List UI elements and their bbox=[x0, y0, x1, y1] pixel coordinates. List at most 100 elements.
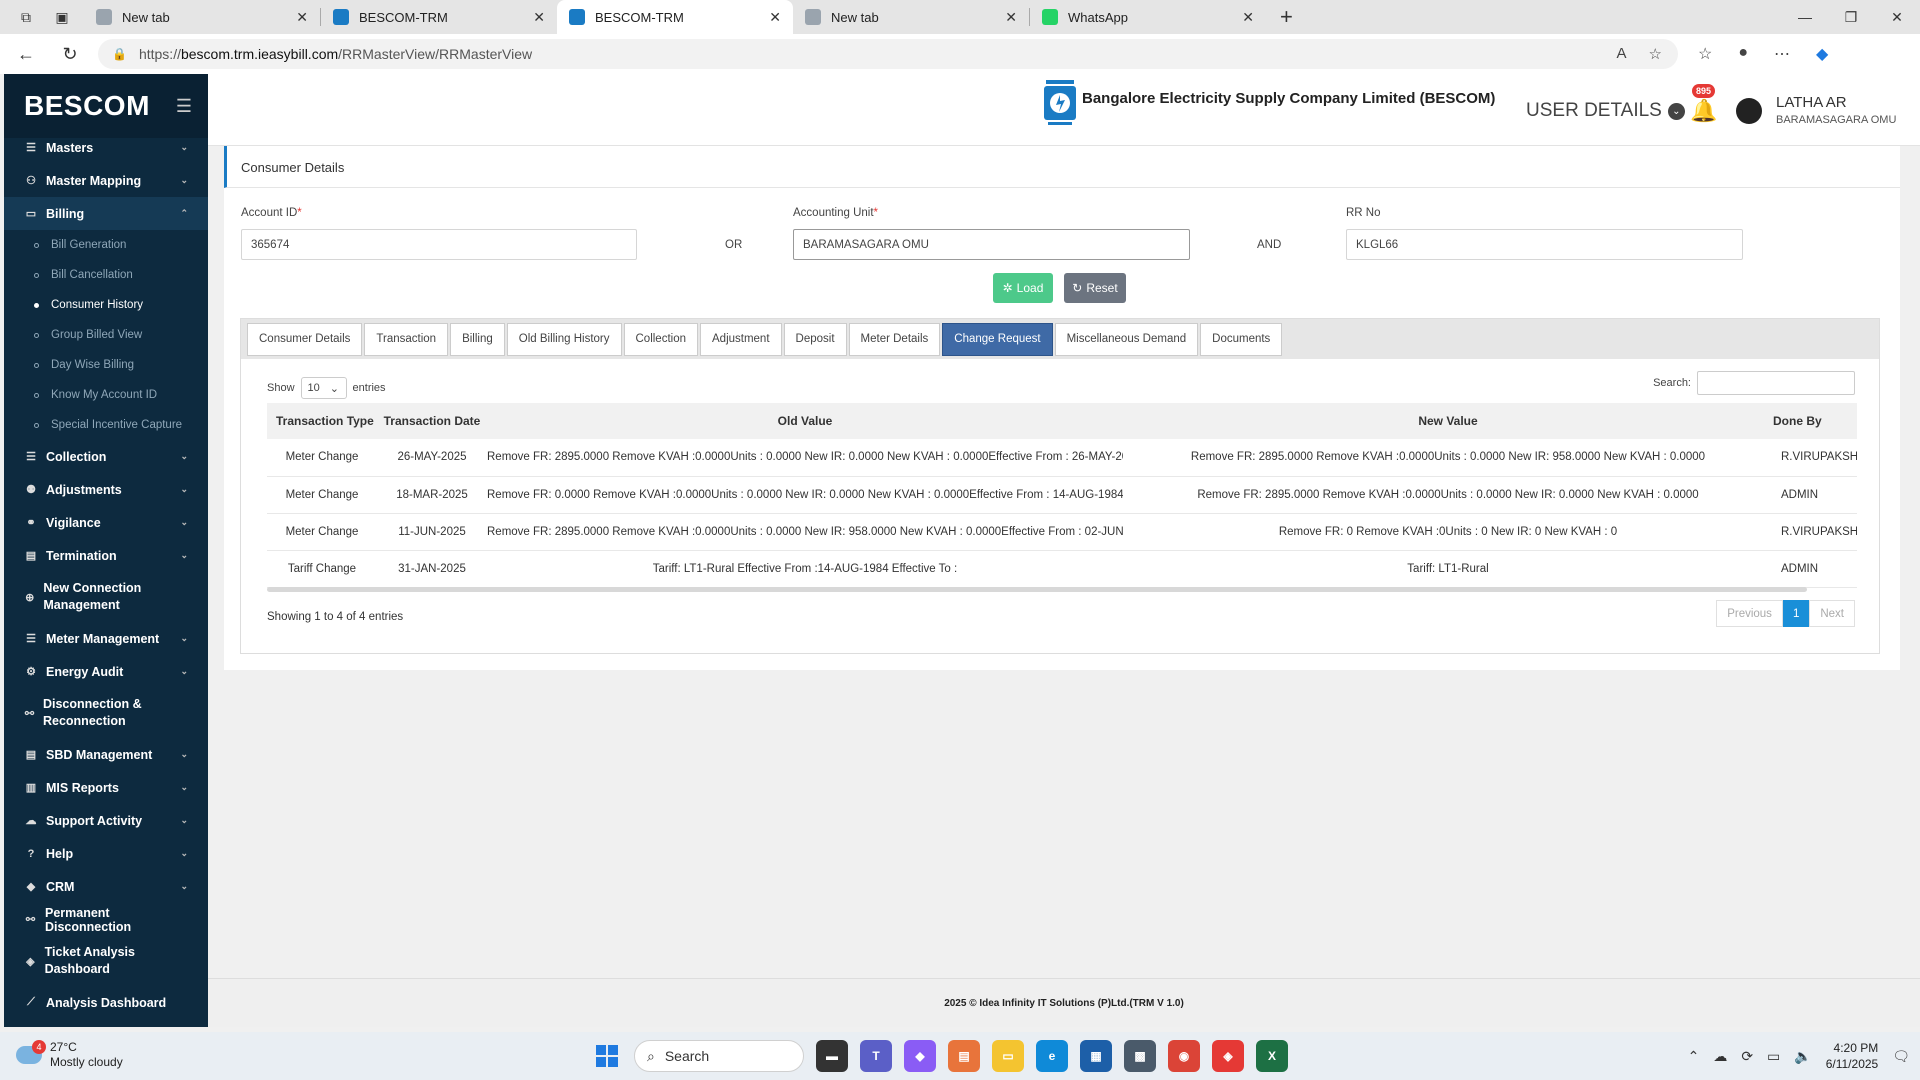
sidebar-item[interactable]: ⚉ Adjustments ⌄ bbox=[4, 473, 208, 506]
chrome-icon[interactable]: ◉ bbox=[1168, 1040, 1200, 1072]
table-row[interactable]: Meter Change 26-MAY-2025 Remove FR: 2895.0… bbox=[267, 439, 1857, 477]
copilot-icon[interactable]: ◆ bbox=[1816, 44, 1828, 64]
sidebar-item[interactable]: ⚙ Energy Audit ⌄ bbox=[4, 655, 208, 688]
notifications-icon[interactable]: 🗨 bbox=[1892, 1048, 1910, 1065]
column-header[interactable]: Done By bbox=[1773, 403, 1857, 439]
detail-tab[interactable]: Change Request bbox=[942, 322, 1053, 356]
column-header[interactable]: Transaction Type↑↓ bbox=[267, 403, 377, 439]
detail-tab[interactable]: Meter Details bbox=[848, 322, 941, 356]
page-1-button[interactable]: 1 bbox=[1782, 600, 1810, 627]
lock-icon[interactable]: 🔒 bbox=[112, 47, 127, 61]
windows-start-icon[interactable] bbox=[592, 1041, 622, 1071]
table-row[interactable]: Meter Change 11-JUN-2025 Remove FR: 2895.0… bbox=[267, 513, 1857, 551]
close-tab-icon[interactable]: ✕ bbox=[769, 9, 781, 26]
sidebar-item[interactable]: ⊕ New Connection Management bbox=[4, 572, 208, 622]
sidebar-item[interactable]: ? Help ⌄ bbox=[4, 837, 208, 870]
sidebar-item[interactable]: ⟋ Analysis Dashboard bbox=[4, 986, 208, 1019]
back-icon[interactable]: ← bbox=[8, 44, 44, 65]
sidebar-item[interactable]: ⚇ Master Mapping ⌄ bbox=[4, 164, 208, 197]
close-tab-icon[interactable]: ✕ bbox=[1242, 9, 1254, 26]
url-field[interactable]: 🔒 https://bescom.trm.ieasybill.com/RRMas… bbox=[98, 39, 1678, 69]
close-window-icon[interactable]: ✕ bbox=[1874, 0, 1920, 34]
tab-actions-icon[interactable]: ▣ bbox=[52, 7, 72, 27]
sidebar-item[interactable]: ▭ Billing ⌃ bbox=[4, 197, 208, 230]
clock[interactable]: 4:20 PM 6/11/2025 bbox=[1826, 1040, 1879, 1072]
sidebar-item[interactable]: ⚯ Disconnection & Reconnection bbox=[4, 688, 208, 738]
avatar[interactable] bbox=[1736, 98, 1762, 124]
detail-tab[interactable]: Miscellaneous Demand bbox=[1054, 322, 1199, 356]
detail-tab[interactable]: Deposit bbox=[783, 322, 847, 356]
next-page-button[interactable]: Next bbox=[1809, 600, 1855, 627]
store-bag-icon[interactable]: ▤ bbox=[948, 1040, 980, 1072]
display-icon[interactable]: ▭ bbox=[1767, 1048, 1780, 1065]
profile-icon[interactable]: ● bbox=[1738, 44, 1748, 64]
anydesk-icon[interactable]: ◈ bbox=[1212, 1040, 1244, 1072]
browser-tab[interactable]: New tab ✕ bbox=[793, 0, 1029, 34]
favorite-star-icon[interactable]: ☆ bbox=[1649, 45, 1662, 63]
restore-icon[interactable]: ❐ bbox=[1828, 0, 1874, 34]
sidebar-item[interactable]: ☁ Support Activity ⌄ bbox=[4, 804, 208, 837]
sidebar-item[interactable]: ⚭ Vigilance ⌄ bbox=[4, 506, 208, 539]
task-view-icon[interactable]: ▬ bbox=[816, 1040, 848, 1072]
sidebar-subitem[interactable]: Group Billed View bbox=[4, 320, 208, 350]
horizontal-scrollbar[interactable] bbox=[267, 587, 1807, 592]
sidebar-subitem[interactable]: Consumer History bbox=[4, 290, 208, 320]
calculator-icon[interactable]: ▩ bbox=[1124, 1040, 1156, 1072]
onedrive-icon[interactable]: ☁ bbox=[1713, 1048, 1727, 1065]
excel-icon[interactable]: X bbox=[1256, 1040, 1288, 1072]
close-tab-icon[interactable]: ✕ bbox=[1005, 9, 1017, 26]
accounting-unit-select[interactable]: BARAMASAGARA OMU bbox=[793, 229, 1190, 260]
file-explorer-icon[interactable]: ▭ bbox=[992, 1040, 1024, 1072]
search-input[interactable] bbox=[1697, 371, 1855, 395]
detail-tab[interactable]: Billing bbox=[450, 322, 505, 356]
reset-button[interactable]: ↻ Reset bbox=[1064, 273, 1126, 303]
table-row[interactable]: Tariff Change 31-JAN-2025 Tariff: LT1-Rura… bbox=[267, 550, 1857, 588]
sidebar-item[interactable]: ☰ Masters ⌄ bbox=[4, 131, 208, 164]
sidebar-subitem[interactable]: Day Wise Billing bbox=[4, 350, 208, 380]
more-icon[interactable]: ⋯ bbox=[1774, 44, 1790, 64]
chevron-up-icon[interactable]: ⌃ bbox=[1688, 1048, 1700, 1065]
sidebar-item[interactable]: ▥ MIS Reports ⌄ bbox=[4, 771, 208, 804]
sidebar-item[interactable]: ◈ Ticket Analysis Dashboard bbox=[4, 936, 208, 986]
sidebar-subitem[interactable]: Bill Generation bbox=[4, 230, 208, 260]
refresh-icon[interactable]: ↻ bbox=[52, 44, 88, 65]
account-id-input[interactable]: 365674 bbox=[241, 229, 637, 260]
sync-icon[interactable]: ⟳ bbox=[1741, 1048, 1753, 1065]
detail-tab[interactable]: Transaction bbox=[364, 322, 449, 356]
minimize-icon[interactable]: — bbox=[1782, 0, 1828, 34]
page-size-select[interactable]: 10 ⌄ bbox=[300, 377, 347, 399]
hamburger-icon[interactable]: ☰ bbox=[176, 96, 192, 117]
new-tab-icon[interactable]: + bbox=[1280, 4, 1293, 30]
detail-tab[interactable]: Documents bbox=[1200, 322, 1283, 356]
bell-icon[interactable]: 🔔 bbox=[1690, 98, 1717, 124]
sidebar-item[interactable]: ▤ Termination ⌄ bbox=[4, 539, 208, 572]
favorites-icon[interactable]: ☆ bbox=[1698, 44, 1712, 64]
sidebar-item[interactable]: ⚯ Permanent Disconnection bbox=[4, 903, 208, 936]
sidebar-subitem[interactable]: Bill Cancellation bbox=[4, 260, 208, 290]
sidebar-subitem[interactable]: Know My Account ID bbox=[4, 380, 208, 410]
sidebar-item[interactable]: ▤ SBD Management ⌄ bbox=[4, 738, 208, 771]
close-tab-icon[interactable]: ✕ bbox=[533, 9, 545, 26]
detail-tab[interactable]: Collection bbox=[623, 322, 698, 356]
column-header[interactable]: New Value bbox=[1123, 403, 1773, 439]
close-tab-icon[interactable]: ✕ bbox=[296, 9, 308, 26]
weather-widget[interactable]: 4 27°C Mostly cloudy bbox=[16, 1040, 123, 1070]
taskbar-search[interactable]: ⌕ Search bbox=[634, 1040, 804, 1072]
read-aloud-icon[interactable]: A bbox=[1617, 45, 1627, 63]
rr-no-input[interactable]: KLGL66 bbox=[1346, 229, 1743, 260]
column-header[interactable]: Old Value bbox=[487, 403, 1123, 439]
teams-icon[interactable]: T bbox=[860, 1040, 892, 1072]
previous-page-button[interactable]: Previous bbox=[1716, 600, 1783, 627]
edge-icon[interactable]: e bbox=[1036, 1040, 1068, 1072]
sidebar-item[interactable]: ☰ Collection ⌄ bbox=[4, 440, 208, 473]
load-button[interactable]: ✲ Load bbox=[993, 273, 1053, 303]
table-row[interactable]: Meter Change 18-MAR-2025 Remove FR: 0.0000… bbox=[267, 476, 1857, 514]
microsoft-store-icon[interactable]: ▦ bbox=[1080, 1040, 1112, 1072]
user-details-menu[interactable]: USER DETAILS ⌄ bbox=[1526, 100, 1685, 122]
sidebar-item[interactable]: ◆ CRM ⌄ bbox=[4, 870, 208, 903]
copilot-app-icon[interactable]: ◆ bbox=[904, 1040, 936, 1072]
detail-tab[interactable]: Consumer Details bbox=[247, 322, 363, 356]
detail-tab[interactable]: Old Billing History bbox=[506, 322, 622, 356]
volume-icon[interactable]: 🔈 bbox=[1794, 1048, 1811, 1065]
column-header[interactable]: Transaction Date bbox=[377, 403, 487, 439]
